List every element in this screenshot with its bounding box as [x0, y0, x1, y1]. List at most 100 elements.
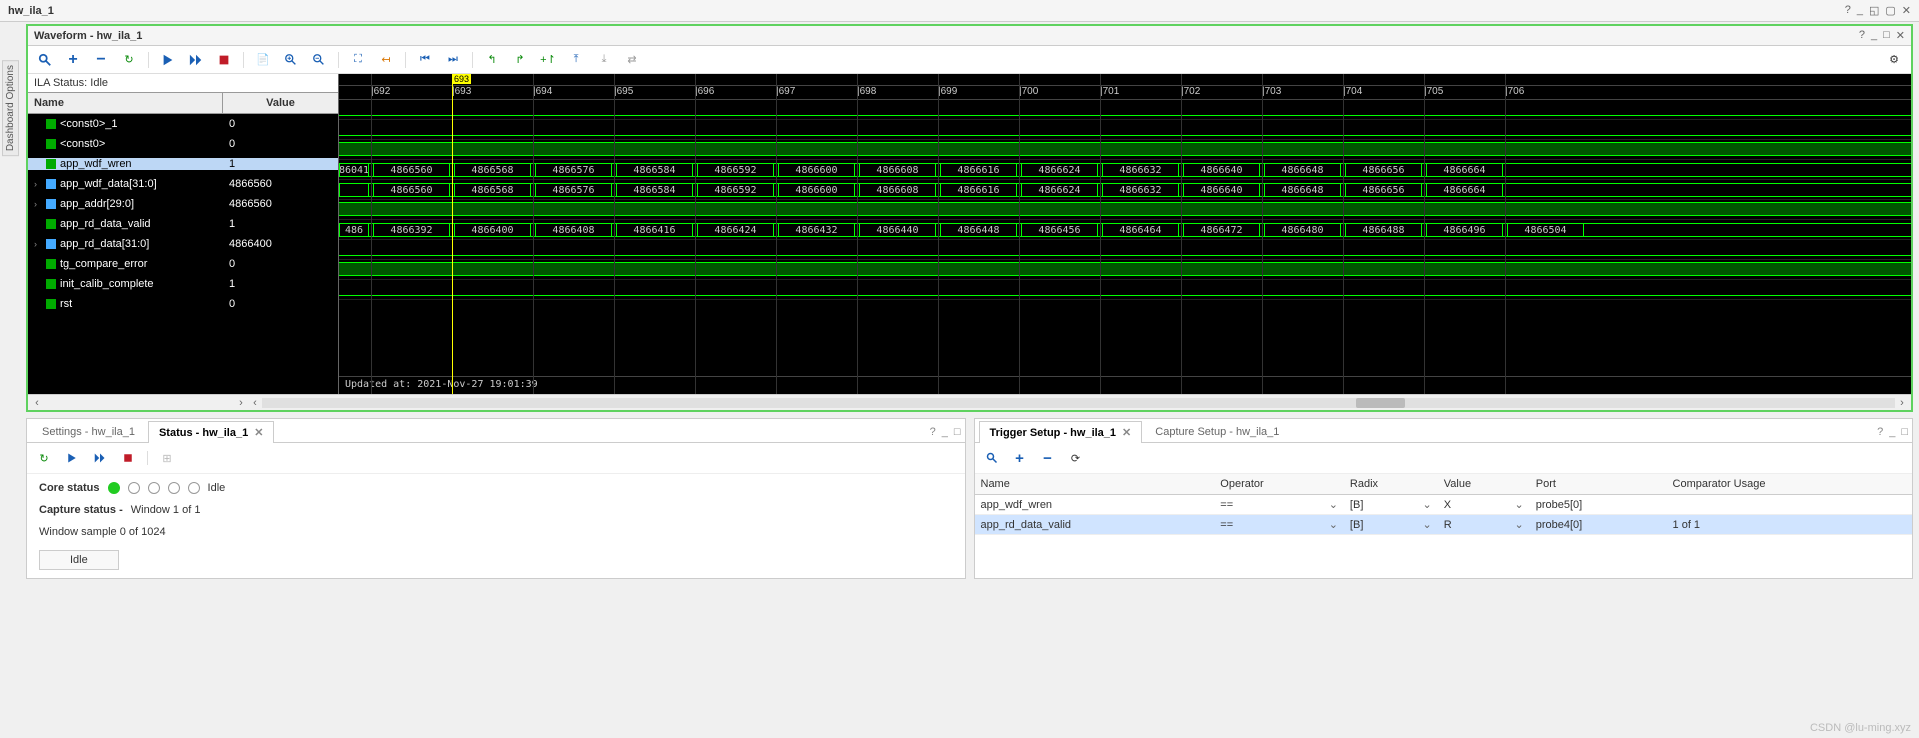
signal-row[interactable]: ›app_rd_data[31:0]4866400	[28, 234, 338, 254]
dropdown[interactable]: ==	[1220, 518, 1338, 531]
play-icon[interactable]	[159, 51, 177, 69]
prev-edge-icon[interactable]: ↰	[483, 51, 501, 69]
signal-type-icon	[46, 239, 56, 249]
next-edge-icon[interactable]: ↱	[511, 51, 529, 69]
minimize-icon[interactable]: _	[1889, 426, 1895, 438]
value-column-header[interactable]: Value	[223, 93, 338, 114]
signal-row[interactable]: <const0>_10	[28, 114, 338, 134]
expand-icon[interactable]: ›	[34, 239, 42, 249]
export-icon[interactable]: 📄	[254, 51, 272, 69]
gear-icon[interactable]: ⚙	[1885, 51, 1903, 69]
close-icon[interactable]: ✕	[1902, 4, 1911, 17]
help-icon[interactable]: ?	[1845, 4, 1851, 17]
maximize-icon[interactable]: □	[1901, 426, 1908, 438]
help-icon[interactable]: ?	[1859, 29, 1865, 42]
idle-button[interactable]: Idle	[39, 550, 119, 570]
close-icon[interactable]: ✕	[1122, 427, 1131, 439]
layout-icon[interactable]: ⊞	[158, 449, 176, 467]
signal-row[interactable]: tg_compare_error0	[28, 254, 338, 274]
signal-row[interactable]: ›app_wdf_data[31:0]4866560	[28, 174, 338, 194]
signal-type-icon	[46, 219, 56, 229]
minus-icon[interactable]: −	[92, 51, 110, 69]
col-radix[interactable]: Radix	[1344, 474, 1438, 495]
scroll-thumb[interactable]	[1356, 398, 1405, 408]
scroll-left-icon[interactable]: ‹	[30, 397, 44, 409]
restore-icon[interactable]: ◱	[1869, 4, 1879, 17]
col-operator[interactable]: Operator	[1214, 474, 1344, 495]
close-icon[interactable]: ✕	[1896, 29, 1905, 42]
signal-row[interactable]: ›app_addr[29:0]4866560	[28, 194, 338, 214]
signal-row[interactable]: init_calib_complete1	[28, 274, 338, 294]
search-icon[interactable]	[983, 449, 1001, 467]
add-marker-icon[interactable]: +↾	[539, 51, 557, 69]
status-dot	[128, 482, 140, 494]
col-comparator[interactable]: Comparator Usage	[1667, 474, 1912, 495]
scroll-left-icon[interactable]: ‹	[248, 397, 262, 409]
app-title: hw_ila_1	[8, 5, 54, 17]
zoom-in-icon[interactable]	[282, 51, 300, 69]
scroll-right-icon[interactable]: ›	[234, 397, 248, 409]
play-icon[interactable]	[63, 449, 81, 467]
configure-icon[interactable]: ⟳	[1067, 449, 1085, 467]
fast-forward-icon[interactable]	[91, 449, 109, 467]
signal-type-icon	[46, 139, 56, 149]
help-icon[interactable]: ?	[930, 426, 936, 438]
scroll-right-icon[interactable]: ›	[1895, 397, 1909, 409]
search-icon[interactable]	[36, 51, 54, 69]
dropdown[interactable]: [B]	[1350, 498, 1432, 511]
waveform-view[interactable]: 693 |692|693|694|695|696|697|698|699|700…	[338, 74, 1911, 394]
help-icon[interactable]: ?	[1877, 426, 1883, 438]
signal-row[interactable]: app_wdf_wren1	[28, 154, 338, 174]
next-marker-icon[interactable]: ⤓	[595, 51, 613, 69]
signal-row[interactable]: rst0	[28, 294, 338, 314]
plus-icon[interactable]: +	[1011, 449, 1029, 467]
trigger-row[interactable]: app_wdf_wren==[B]Xprobe5[0]	[975, 495, 1913, 515]
last-icon[interactable]: ⏭	[444, 51, 462, 69]
expand-icon[interactable]: ›	[34, 179, 42, 189]
tab-settings[interactable]: Settings - hw_ila_1	[31, 421, 146, 442]
refresh-icon[interactable]: ↻	[35, 449, 53, 467]
maximize-icon[interactable]: □	[954, 426, 961, 438]
dropdown[interactable]: X	[1444, 498, 1524, 511]
dropdown[interactable]: ==	[1220, 498, 1338, 511]
prev-marker-icon[interactable]: ⤒	[567, 51, 585, 69]
minimize-icon[interactable]: _	[1871, 29, 1877, 42]
expand-icon[interactable]: ›	[34, 199, 42, 209]
name-column-header[interactable]: Name	[28, 93, 223, 114]
signal-value: 0	[223, 258, 338, 270]
go-to-cursor-icon[interactable]: ↤	[377, 51, 395, 69]
minimize-icon[interactable]: _	[942, 426, 948, 438]
dashboard-options-tab[interactable]: Dashboard Options	[2, 60, 19, 156]
signal-value: 1	[223, 278, 338, 290]
close-icon[interactable]: ✕	[254, 427, 263, 439]
minus-icon[interactable]: −	[1039, 449, 1057, 467]
zoom-fit-icon[interactable]: ⛶	[349, 51, 367, 69]
maximize-icon[interactable]: ▢	[1885, 4, 1895, 17]
horizontal-scrollbar[interactable]: ‹ › ‹ ›	[28, 394, 1911, 410]
dropdown[interactable]: R	[1444, 518, 1524, 531]
maximize-icon[interactable]: □	[1883, 29, 1890, 42]
watermark: CSDN @lu-ming.xyz	[1810, 722, 1911, 734]
trigger-row[interactable]: app_rd_data_valid==[B]Rprobe4[0]1 of 1	[975, 515, 1913, 535]
fast-forward-icon[interactable]	[187, 51, 205, 69]
tab-capture-setup[interactable]: Capture Setup - hw_ila_1	[1144, 421, 1290, 442]
refresh-icon[interactable]: ↻	[120, 51, 138, 69]
first-icon[interactable]: ⏮	[416, 51, 434, 69]
col-value[interactable]: Value	[1438, 474, 1530, 495]
signal-row[interactable]: app_rd_data_valid1	[28, 214, 338, 234]
tab-trigger-setup[interactable]: Trigger Setup - hw_ila_1✕	[979, 421, 1143, 443]
plus-icon[interactable]: +	[64, 51, 82, 69]
signal-row[interactable]: <const0>0	[28, 134, 338, 154]
timestamp: Updated at: 2021-Nov-27 19:01:39	[339, 376, 1911, 394]
signal-name: app_rd_data_valid	[60, 218, 151, 230]
stop-icon[interactable]	[119, 449, 137, 467]
tab-status[interactable]: Status - hw_ila_1✕	[148, 421, 274, 443]
minimize-icon[interactable]: _	[1857, 4, 1863, 17]
cursor-line[interactable]	[452, 74, 453, 394]
zoom-out-icon[interactable]	[310, 51, 328, 69]
dropdown[interactable]: [B]	[1350, 518, 1432, 531]
stop-icon[interactable]	[215, 51, 233, 69]
swap-icon[interactable]: ⇄	[623, 51, 641, 69]
col-port[interactable]: Port	[1530, 474, 1667, 495]
col-name[interactable]: Name	[975, 474, 1215, 495]
